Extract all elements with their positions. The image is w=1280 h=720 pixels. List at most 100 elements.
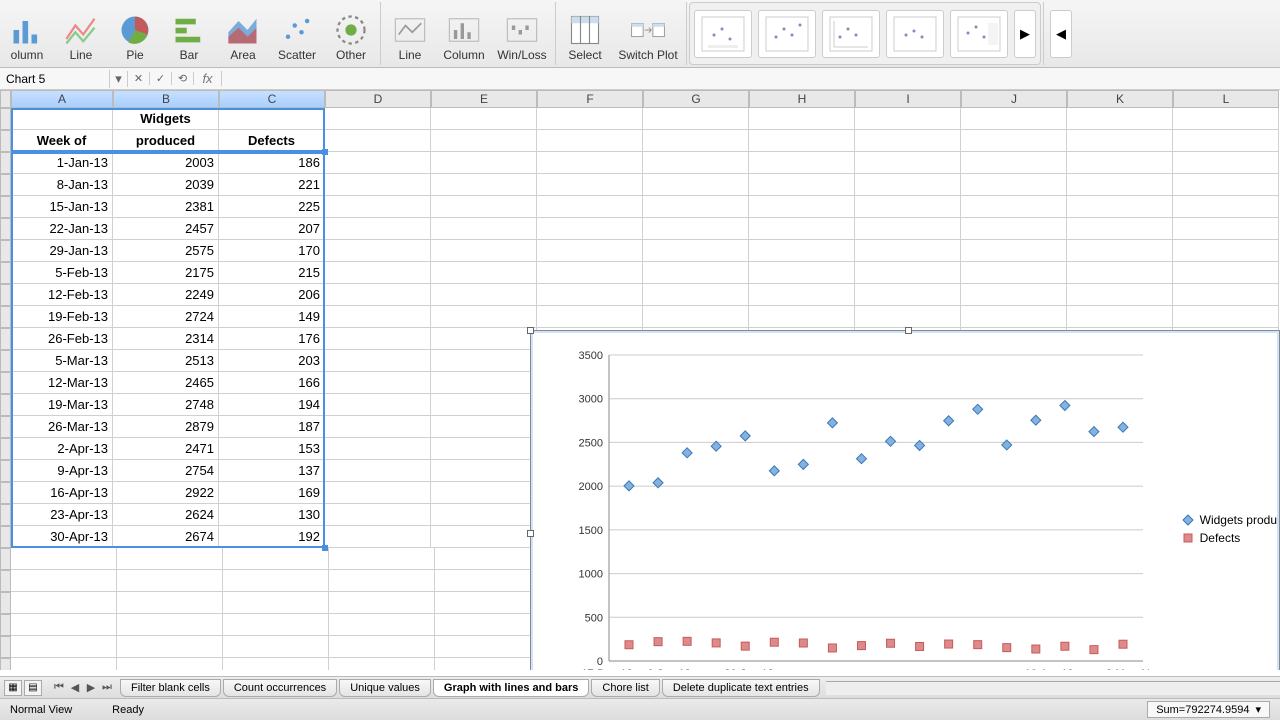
- sparkline-line-button[interactable]: Line: [383, 2, 437, 64]
- ribbon-label: Column: [443, 48, 484, 62]
- ribbon-label: Win/Loss: [497, 48, 546, 62]
- svg-text:6-May-13: 6-May-13: [1106, 668, 1149, 670]
- column-header-J[interactable]: J: [961, 90, 1067, 108]
- area-chart-icon: [225, 12, 261, 48]
- ribbon-label: Bar: [180, 48, 199, 62]
- legend-label: Defects: [1200, 531, 1241, 545]
- sparkline-column-button[interactable]: Column: [437, 2, 491, 64]
- layout-preset-5[interactable]: [950, 10, 1008, 58]
- chart-line-button[interactable]: Line: [54, 2, 108, 64]
- column-header-I[interactable]: I: [855, 90, 961, 108]
- switch-plot-button[interactable]: Switch Plot: [612, 2, 684, 64]
- svg-text:0: 0: [597, 656, 603, 668]
- mouse-cursor-icon: ↖: [757, 669, 770, 670]
- column-header-B[interactable]: B: [113, 90, 219, 108]
- view-normal-button[interactable]: ▦: [4, 680, 22, 696]
- chart-plot-area[interactable]: 050010001500200025003000350017-Dec-126-J…: [569, 349, 1149, 670]
- svg-text:2500: 2500: [579, 437, 603, 449]
- column-header-K[interactable]: K: [1067, 90, 1173, 108]
- chart-scatter-button[interactable]: Scatter: [270, 2, 324, 64]
- dropdown-icon: ▾: [1255, 703, 1261, 716]
- sheet-tab[interactable]: Filter blank cells: [120, 679, 221, 697]
- square-marker-icon: [1182, 532, 1194, 544]
- column-header-E[interactable]: E: [431, 90, 537, 108]
- line-chart-icon: [63, 12, 99, 48]
- sheet-tab[interactable]: Unique values: [339, 679, 431, 697]
- svg-text:2000: 2000: [579, 481, 603, 493]
- sheet-tab[interactable]: Count occurrences: [223, 679, 337, 697]
- status-state-label: Ready: [112, 704, 144, 716]
- sparkline-winloss-button[interactable]: Win/Loss: [491, 2, 553, 64]
- table-row[interactable]: 22-Jan-132457207: [0, 218, 1280, 240]
- column-header-F[interactable]: F: [537, 90, 643, 108]
- chart-area-button[interactable]: Area: [216, 2, 270, 64]
- sheet-tab[interactable]: Graph with lines and bars: [433, 679, 589, 697]
- svg-text:17-Dec-12: 17-Dec-12: [581, 668, 632, 670]
- ribbon-label: Switch Plot: [618, 48, 677, 62]
- sheet-tab[interactable]: Delete duplicate text entries: [662, 679, 820, 697]
- table-row[interactable]: 8-Jan-132039221: [0, 174, 1280, 196]
- ribbon-label: Line: [399, 48, 422, 62]
- select-data-button[interactable]: Select: [558, 2, 612, 64]
- name-box-dropdown[interactable]: ▾: [110, 71, 128, 87]
- chart-resize-handle[interactable]: [527, 530, 534, 537]
- select-icon: [567, 12, 603, 48]
- column-header-H[interactable]: H: [749, 90, 855, 108]
- svg-text:16-Apr-13: 16-Apr-13: [1025, 668, 1074, 670]
- table-row[interactable]: 15-Jan-132381225: [0, 196, 1280, 218]
- chart-bar-button[interactable]: Bar: [162, 2, 216, 64]
- selection-handle[interactable]: [322, 545, 328, 551]
- svg-text:3500: 3500: [579, 350, 603, 362]
- formula-input[interactable]: [222, 69, 1280, 88]
- layout-preset-2[interactable]: [758, 10, 816, 58]
- chart-pie-button[interactable]: Pie: [108, 2, 162, 64]
- autosum-display[interactable]: Sum=792274.9594 ▾: [1147, 701, 1270, 718]
- ribbon-label: olumn: [11, 48, 44, 62]
- chart-resize-handle[interactable]: [527, 327, 534, 334]
- spreadsheet-grid[interactable]: ABCDEFGHIJKL WidgetsWeek ofproducedDefec…: [0, 90, 1280, 670]
- view-page-button[interactable]: ▤: [24, 680, 42, 696]
- formula-builder-button[interactable]: ⟲: [172, 72, 194, 85]
- table-row[interactable]: 12-Feb-132249206: [0, 284, 1280, 306]
- tab-next-button[interactable]: ▶: [84, 681, 98, 694]
- chart-other-button[interactable]: Other: [324, 2, 378, 64]
- selection-handle[interactable]: [322, 149, 328, 155]
- switch-plot-icon: [630, 12, 666, 48]
- sheet-tab-bar: ▦ ▤ ⏮ ◀ ▶ ⏭ Filter blank cellsCount occu…: [0, 676, 1280, 698]
- chart-resize-handle[interactable]: [905, 327, 912, 334]
- diamond-marker-icon: [1182, 514, 1194, 526]
- layout-preset-3[interactable]: [822, 10, 880, 58]
- bar-chart-icon: [171, 12, 207, 48]
- name-box[interactable]: Chart 5: [0, 70, 110, 88]
- view-mode-label: Normal View: [10, 704, 72, 716]
- column-header-A[interactable]: A: [11, 90, 113, 108]
- tab-last-button[interactable]: ⏭: [100, 681, 114, 694]
- chart-legend[interactable]: Widgets produ Defects: [1182, 509, 1277, 549]
- chart-column-button[interactable]: olumn: [0, 2, 54, 64]
- ribbon-toolbar: olumn Line Pie Bar Area Scatter Other Li…: [0, 0, 1280, 68]
- svg-text:1500: 1500: [579, 525, 603, 537]
- column-header-C[interactable]: C: [219, 90, 325, 108]
- table-row[interactable]: 29-Jan-132575170: [0, 240, 1280, 262]
- tab-prev-button[interactable]: ◀: [68, 681, 82, 694]
- ribbon-label: Other: [336, 48, 366, 62]
- table-row[interactable]: 5-Feb-132175215: [0, 262, 1280, 284]
- sheet-tab[interactable]: Chore list: [591, 679, 659, 697]
- ribbon-label: Scatter: [278, 48, 316, 62]
- tab-first-button[interactable]: ⏮: [52, 681, 66, 694]
- name-formula-bar: Chart 5 ▾ ✕ ✓ ⟲ fx: [0, 68, 1280, 90]
- column-header-G[interactable]: G: [643, 90, 749, 108]
- ribbon-label: Line: [70, 48, 93, 62]
- cancel-formula-button[interactable]: ✕: [128, 72, 150, 85]
- embedded-chart[interactable]: 050010001500200025003000350017-Dec-126-J…: [530, 330, 1280, 670]
- table-row[interactable]: 1-Jan-132003186: [0, 152, 1280, 174]
- layout-preset-1[interactable]: [694, 10, 752, 58]
- gallery-next-button[interactable]: ▶: [1014, 10, 1036, 58]
- column-header-L[interactable]: L: [1173, 90, 1279, 108]
- layout-preset-4[interactable]: [886, 10, 944, 58]
- column-header-D[interactable]: D: [325, 90, 431, 108]
- accept-formula-button[interactable]: ✓: [150, 72, 172, 85]
- gallery-prev-button[interactable]: ◀: [1050, 10, 1072, 58]
- table-row[interactable]: 19-Feb-132724149: [0, 306, 1280, 328]
- status-bar: Normal View Ready Sum=792274.9594 ▾: [0, 698, 1280, 720]
